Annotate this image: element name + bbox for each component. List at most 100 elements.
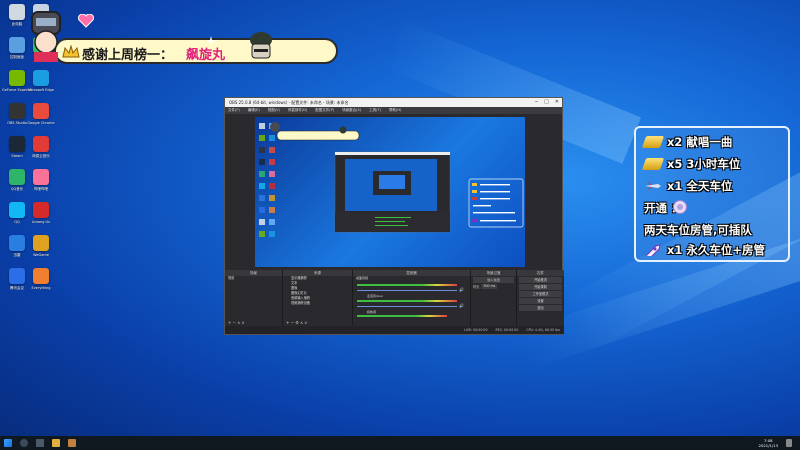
audio-meter <box>357 300 457 302</box>
cpu-fps: CPU: 4.4%, 60.00 fps <box>526 328 560 332</box>
audio-mixer-dock: 混音器 桌面音频 麦克风/Aux 媒体源 🔊 🔊 <box>353 270 471 328</box>
start-recording-button[interactable]: 开始录制 <box>519 284 562 290</box>
app-icon <box>9 202 25 218</box>
source-item[interactable]: 视频捕获设备 <box>283 301 352 306</box>
desktop-icon-label: Microsoft Edge <box>28 88 54 92</box>
desktop-icon-label: 网易云音乐 <box>32 154 50 158</box>
gift-row: 两天车位房管,可插队 <box>644 220 752 240</box>
desktop-icon-label: WeGame <box>33 253 49 257</box>
app-icon <box>9 70 25 86</box>
sources-dock: 来源 显示器捕获 文本 图像 图像幻灯片 音频输入捕获 视频捕获设备 + − ⚙… <box>283 270 353 328</box>
gift-row-text: x1 全天车位 <box>667 179 733 193</box>
file-explorer-icon[interactable] <box>52 439 60 447</box>
taskbar-date: 2021/1/13 <box>758 443 778 448</box>
desktop-icon[interactable]: Google Chrome <box>26 103 56 125</box>
gift-row-text: x2 献唱一曲 <box>667 135 733 149</box>
gift-reward-panel: x2 献唱一曲 x5 3小时车位 x1 全天车位 开通 ： 两天车位房管,可插队… <box>634 126 790 262</box>
minimize-icon[interactable]: ─ <box>535 99 538 105</box>
rocket-icon <box>645 244 661 256</box>
banner-title: 感谢上周榜一： <box>82 48 174 63</box>
badge-icon <box>673 200 687 214</box>
banner-username: 飙旋丸 <box>186 48 226 63</box>
desktop-icon[interactable]: WeGame <box>26 235 56 257</box>
audio-meter <box>357 315 447 317</box>
obs-window[interactable]: OBS 25.0.8 (64-bit, windows) - 配置文件: 未命名… <box>224 97 564 335</box>
top-thanks-banner: 感谢上周榜一： 飙旋丸 <box>31 11 338 64</box>
menu-profile[interactable]: 配置文件(P) <box>315 108 334 113</box>
notification-icon[interactable] <box>786 439 792 447</box>
menu-help[interactable]: 帮助(H) <box>389 108 401 113</box>
menu-tools[interactable]: 工具(T) <box>369 108 381 113</box>
app-icon <box>33 103 49 119</box>
obs-status-bar: LIVE: 00:00:00 REC: 00:00:00 CPU: 4.4%, … <box>225 326 564 334</box>
transition-select[interactable]: 淡入淡出 <box>473 277 514 283</box>
mixer-track-label: 桌面音频 <box>356 276 369 280</box>
gift-row: 开通 ： <box>644 198 687 218</box>
scenes-dock: 场景 场景 + − ∧ ∨ <box>225 270 283 328</box>
start-streaming-button[interactable]: 开始推流 <box>519 277 562 283</box>
menu-edit[interactable]: 编辑(E) <box>248 108 260 113</box>
desktop-icon[interactable]: 网易云音乐 <box>26 136 56 158</box>
menu-view[interactable]: 视图(V) <box>268 108 280 113</box>
task-view-icon[interactable] <box>36 439 44 447</box>
desktop-icon-label: Everything <box>31 286 51 290</box>
volume-slider[interactable] <box>357 306 457 307</box>
maximize-icon[interactable]: □ <box>544 99 549 105</box>
app-icon <box>33 169 49 185</box>
app-icon <box>9 169 25 185</box>
audio-meter <box>357 284 457 286</box>
menu-file[interactable]: 文件(F) <box>228 108 240 113</box>
desktop-icon-label: Among Us <box>32 220 50 224</box>
gift-row-text: 两天车位房管,可插队 <box>644 223 752 237</box>
desktop-icon[interactable]: Among Us <box>26 202 56 224</box>
gold-bar-icon <box>641 136 665 148</box>
settings-button[interactable]: 设置 <box>519 298 562 304</box>
menu-docks[interactable]: 停靠部件(D) <box>288 108 307 113</box>
app-icon <box>9 103 25 119</box>
gift-row: x5 3小时车位 <box>641 154 740 174</box>
source-add-remove-buttons[interactable]: + − ⚙ ∧ ∨ <box>286 320 307 325</box>
desktop-icon[interactable]: 哔哩哔哩 <box>26 169 56 191</box>
speaker-icon[interactable]: 🔊 <box>459 303 464 308</box>
app-icon <box>33 235 49 251</box>
app-icon <box>9 136 25 152</box>
scene-transitions-dock: 场景过渡 淡入淡出 时长 300 ms <box>471 270 517 328</box>
search-icon[interactable] <box>20 439 28 447</box>
speaker-icon[interactable]: 🔊 <box>459 287 464 292</box>
obs-taskbar-icon[interactable] <box>68 439 76 447</box>
desktop-icon[interactable]: Microsoft Edge <box>26 70 56 92</box>
desktop-icon[interactable]: Everything <box>26 268 56 290</box>
gift-row: x1 永久车位+房管 <box>644 240 765 260</box>
obs-title-bar[interactable]: OBS 25.0.8 (64-bit, windows) - 配置文件: 未命名… <box>225 98 562 107</box>
scene-add-remove-buttons[interactable]: + − ∧ ∨ <box>228 320 244 325</box>
rec-time: REC: 00:00:00 <box>495 328 519 332</box>
obs-title-text: OBS 25.0.8 (64-bit, windows) - 配置文件: 未命名… <box>229 99 349 105</box>
gift-row: x2 献唱一曲 <box>641 132 733 152</box>
live-time: LIVE: 00:00:00 <box>464 328 488 332</box>
gift-row: x1 全天车位 <box>644 176 732 196</box>
windows-taskbar: 7:08 2021/1/13 <box>0 436 800 450</box>
duration-input[interactable]: 300 ms <box>481 284 498 289</box>
desktop-icon-label: 哔哩哔哩 <box>34 187 48 191</box>
obs-menu-bar: 文件(F) 编辑(E) 视图(V) 停靠部件(D) 配置文件(P) 场景集合(S… <box>225 107 562 114</box>
volume-slider[interactable] <box>357 290 457 291</box>
obs-preview-canvas[interactable] <box>255 117 525 267</box>
start-button-icon[interactable] <box>4 439 12 447</box>
plane-icon <box>645 181 661 191</box>
controls-dock: 控件 开始推流 开始录制 工作室模式 设置 退出 <box>517 270 564 328</box>
exit-button[interactable]: 退出 <box>519 305 562 311</box>
scene-item[interactable]: 场景 <box>225 276 282 281</box>
taskbar-clock[interactable]: 7:08 2021/1/13 <box>759 438 778 448</box>
crown-icon <box>62 45 80 58</box>
mixer-track-label: 媒体源 <box>367 310 377 314</box>
gift-row-text: x1 永久车位+房管 <box>667 243 766 257</box>
sparkle-icon <box>206 36 216 46</box>
gold-bar-icon <box>641 158 665 170</box>
menu-scene-collection[interactable]: 场景集合(S) <box>342 108 361 113</box>
app-icon <box>33 202 49 218</box>
duration-label: 时长 <box>473 285 480 289</box>
close-icon[interactable]: ✕ <box>555 99 559 105</box>
studio-mode-button[interactable]: 工作室模式 <box>519 291 562 297</box>
obs-dock-area: 场景 场景 + − ∧ ∨ 来源 显示器捕获 文本 图像 图像幻灯片 音频输入捕… <box>225 270 564 328</box>
controls-dock-title: 控件 <box>517 270 564 276</box>
